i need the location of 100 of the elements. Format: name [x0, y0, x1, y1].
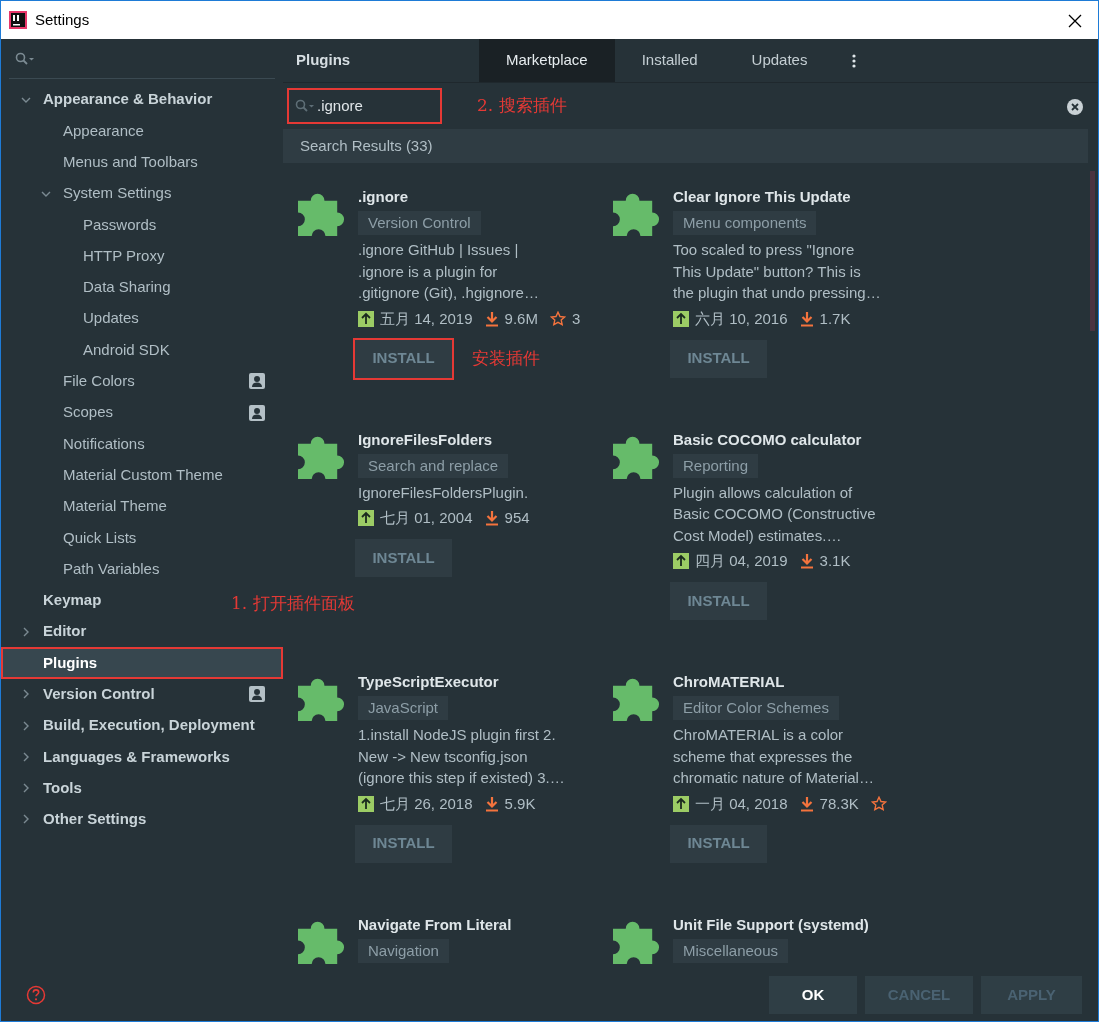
item-label: Passwords [83, 214, 157, 235]
tree-item[interactable]: Material Theme [1, 490, 171, 523]
tree-item[interactable]: Version Control [1, 678, 283, 710]
plugin-description: Too scaled to press "Ignore This Update" button? This is the plugin that undo pressing… [673, 240, 881, 303]
tree-item[interactable]: Appearance [1, 115, 148, 147]
upload-icon [358, 795, 374, 812]
update-date: 六月 10, 2016 [695, 308, 788, 329]
annotation-note: 2. 搜索插件 [477, 94, 567, 118]
upload-icon [673, 795, 689, 812]
plugin-name[interactable]: Unit File Support (systemd) [673, 914, 869, 935]
item-label: Data Sharing [83, 277, 171, 298]
tree-item[interactable]: Editor [1, 616, 91, 648]
plugin-description: ChroMATERIAL is a color scheme that expresses the chromatic nature of Material… [673, 725, 874, 788]
plugin-description: Plugin allows calculation of Basic COCOMO (Constructive Cost Model) estimates.… [673, 482, 876, 546]
item-label: Appearance [63, 120, 144, 141]
item-label: File Colors [63, 371, 135, 392]
tree-item[interactable]: HTTP Proxy [1, 240, 169, 272]
tree-item[interactable]: Quick Lists [1, 522, 141, 554]
item-label: System Settings [63, 183, 172, 204]
item-label: Languages & Frameworks [43, 746, 230, 767]
upload-icon [673, 310, 689, 327]
item-label: Plugins [43, 652, 98, 673]
category-tag: JavaScript [358, 696, 449, 720]
update-date: 四月 04, 2019 [695, 551, 788, 571]
results-header: Search Results (33) [283, 129, 1088, 163]
update-date: 七月 01, 2004 [380, 508, 473, 528]
tree-item[interactable]: Menus and Toolbars [1, 146, 202, 178]
tree-item[interactable]: Passwords [1, 209, 161, 241]
item-label: Other Settings [43, 809, 147, 830]
download-icon [799, 553, 814, 569]
plugin-name[interactable]: IgnoreFilesFolders [358, 429, 493, 450]
tree-item[interactable]: Plugins [1, 647, 283, 679]
tree-item[interactable]: Material Custom Theme [1, 459, 227, 491]
scrollbar[interactable] [1090, 171, 1095, 331]
tree-item[interactable]: Languages & Frameworks [1, 741, 234, 773]
download-icon [799, 795, 814, 812]
item-label: Updates [83, 308, 139, 329]
item-label: Keymap [43, 590, 102, 611]
tab[interactable]: Installed [614, 39, 725, 82]
plugin-description: 1.install NodeJS plugin first 2. New -> New tsconfig.json (ignore this step if existed) 3.… [358, 725, 565, 788]
plugin-name[interactable]: .ignore [358, 187, 408, 207]
close-icon [1068, 13, 1082, 28]
plugin-name[interactable]: Navigate From Literal [358, 914, 512, 935]
download-count: 5.9K [504, 793, 536, 814]
download-count: 9.6M [504, 308, 538, 329]
help-icon [26, 984, 46, 1005]
update-date: 一月 04, 2018 [695, 793, 788, 814]
panel-title: Plugins [295, 50, 352, 71]
tab[interactable]: Updates [724, 39, 835, 82]
category-tag: Editor Color Schemes [673, 696, 839, 720]
plugin-name[interactable]: Clear Ignore This Update [673, 187, 851, 207]
category-tag: Reporting [673, 453, 759, 478]
tab[interactable]: Marketplace [479, 39, 615, 82]
tree-item[interactable]: Path Variables [1, 553, 164, 585]
download-count: 3.1K [819, 551, 851, 571]
category-tag: Version Control [358, 211, 481, 235]
tree-item[interactable]: System Settings [1, 177, 176, 210]
tree-item[interactable]: Build, Execution, Deployment [1, 709, 259, 742]
item-label: Notifications [63, 433, 145, 454]
tree-item[interactable]: Scopes [1, 396, 283, 429]
item-label: Editor [43, 621, 87, 642]
item-label: Menus and Toolbars [63, 152, 198, 172]
upload-icon [673, 553, 689, 569]
search-icon [15, 51, 35, 66]
dialog-button[interactable]: OK [769, 976, 857, 1014]
item-label: Material Theme [63, 496, 167, 517]
tree-item[interactable]: Data Sharing [1, 271, 175, 304]
upload-icon [358, 310, 374, 327]
search-field[interactable]: .ignore [317, 94, 387, 118]
plugin-description: IgnoreFilesFoldersPlugin. [358, 482, 529, 503]
tree-item[interactable]: Other Settings [1, 803, 151, 836]
plugin-name[interactable]: TypeScriptExecutor [358, 672, 499, 692]
item-label: Path Variables [63, 558, 160, 579]
category-tag: Menu components [673, 211, 817, 235]
download-icon [484, 510, 499, 526]
annotation-note: 1. 打开插件面板 [231, 592, 355, 615]
category-tag: Search and replace [358, 453, 509, 478]
app-logo-icon [9, 11, 27, 29]
download-icon [484, 795, 499, 812]
tree-item[interactable]: Tools [1, 772, 86, 804]
rating: 3 [571, 308, 581, 329]
tree-item[interactable]: File Colors [1, 365, 283, 397]
more-icon [852, 53, 857, 68]
download-icon [799, 310, 814, 327]
tree-item[interactable]: Appearance & Behavior [1, 84, 217, 116]
download-count: 1.7K [819, 308, 851, 329]
item-label: Version Control [43, 684, 155, 705]
tree-item[interactable]: Updates [1, 303, 143, 335]
item-label: Quick Lists [63, 527, 137, 548]
update-date: 七月 26, 2018 [380, 793, 473, 814]
download-count: 954 [504, 508, 530, 528]
tree-item[interactable]: Keymap [1, 584, 106, 617]
download-icon [484, 310, 499, 327]
tree-item[interactable]: Android SDK [1, 334, 174, 366]
plugin-name[interactable]: Basic COCOMO calculator [673, 429, 862, 450]
plugin-name[interactable]: ChroMATERIAL [673, 672, 785, 692]
annotation-note: 安装插件 [472, 346, 540, 370]
item-label: HTTP Proxy [83, 245, 165, 266]
plugin-description: .ignore GitHub | Issues | .ignore is a plugin for .gitignore (Git), .hgignore… [358, 240, 539, 303]
tree-item[interactable]: Notifications [1, 428, 149, 460]
